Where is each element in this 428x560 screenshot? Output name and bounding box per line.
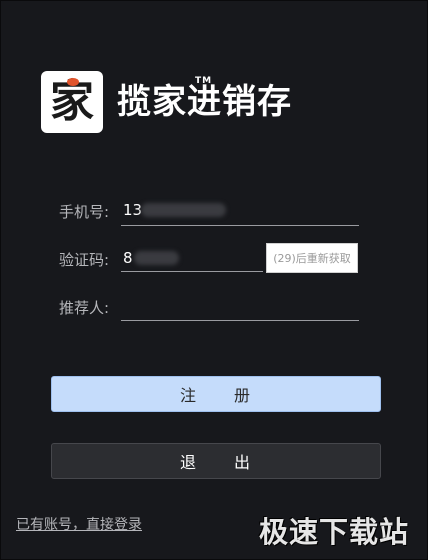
- phone-redaction: [141, 203, 226, 217]
- logo-trademark: TM: [195, 76, 213, 86]
- referrer-underline: [121, 320, 359, 321]
- phone-label: 手机号:: [59, 203, 110, 221]
- login-link[interactable]: 已有账号，直接登录: [16, 514, 142, 534]
- logo-wordmark: 揽家进销存 TM: [117, 77, 292, 122]
- app-logo: 家 揽家进销存 TM: [41, 71, 292, 133]
- register-window: 家 揽家进销存 TM 手机号: 13 验证码: 8 (29)后重新获取 推荐人:…: [0, 0, 428, 560]
- code-field[interactable]: 8: [123, 249, 133, 267]
- logo-accent-dot: [67, 78, 79, 86]
- phone-underline: [121, 225, 359, 226]
- logo-icon: 家: [41, 71, 103, 133]
- logo-name: 揽家进销存: [117, 82, 292, 122]
- code-redaction: [134, 251, 179, 265]
- register-button[interactable]: 注 册: [51, 376, 381, 412]
- referrer-label: 推荐人:: [59, 299, 110, 317]
- code-underline: [121, 271, 263, 272]
- logo-icon-char: 家: [50, 76, 94, 127]
- code-label: 验证码:: [59, 251, 110, 269]
- phone-field[interactable]: 13: [123, 201, 142, 219]
- resend-code-button[interactable]: (29)后重新获取: [266, 243, 358, 273]
- exit-button[interactable]: 退 出: [51, 443, 381, 479]
- watermark: 极速下载站: [258, 515, 409, 549]
